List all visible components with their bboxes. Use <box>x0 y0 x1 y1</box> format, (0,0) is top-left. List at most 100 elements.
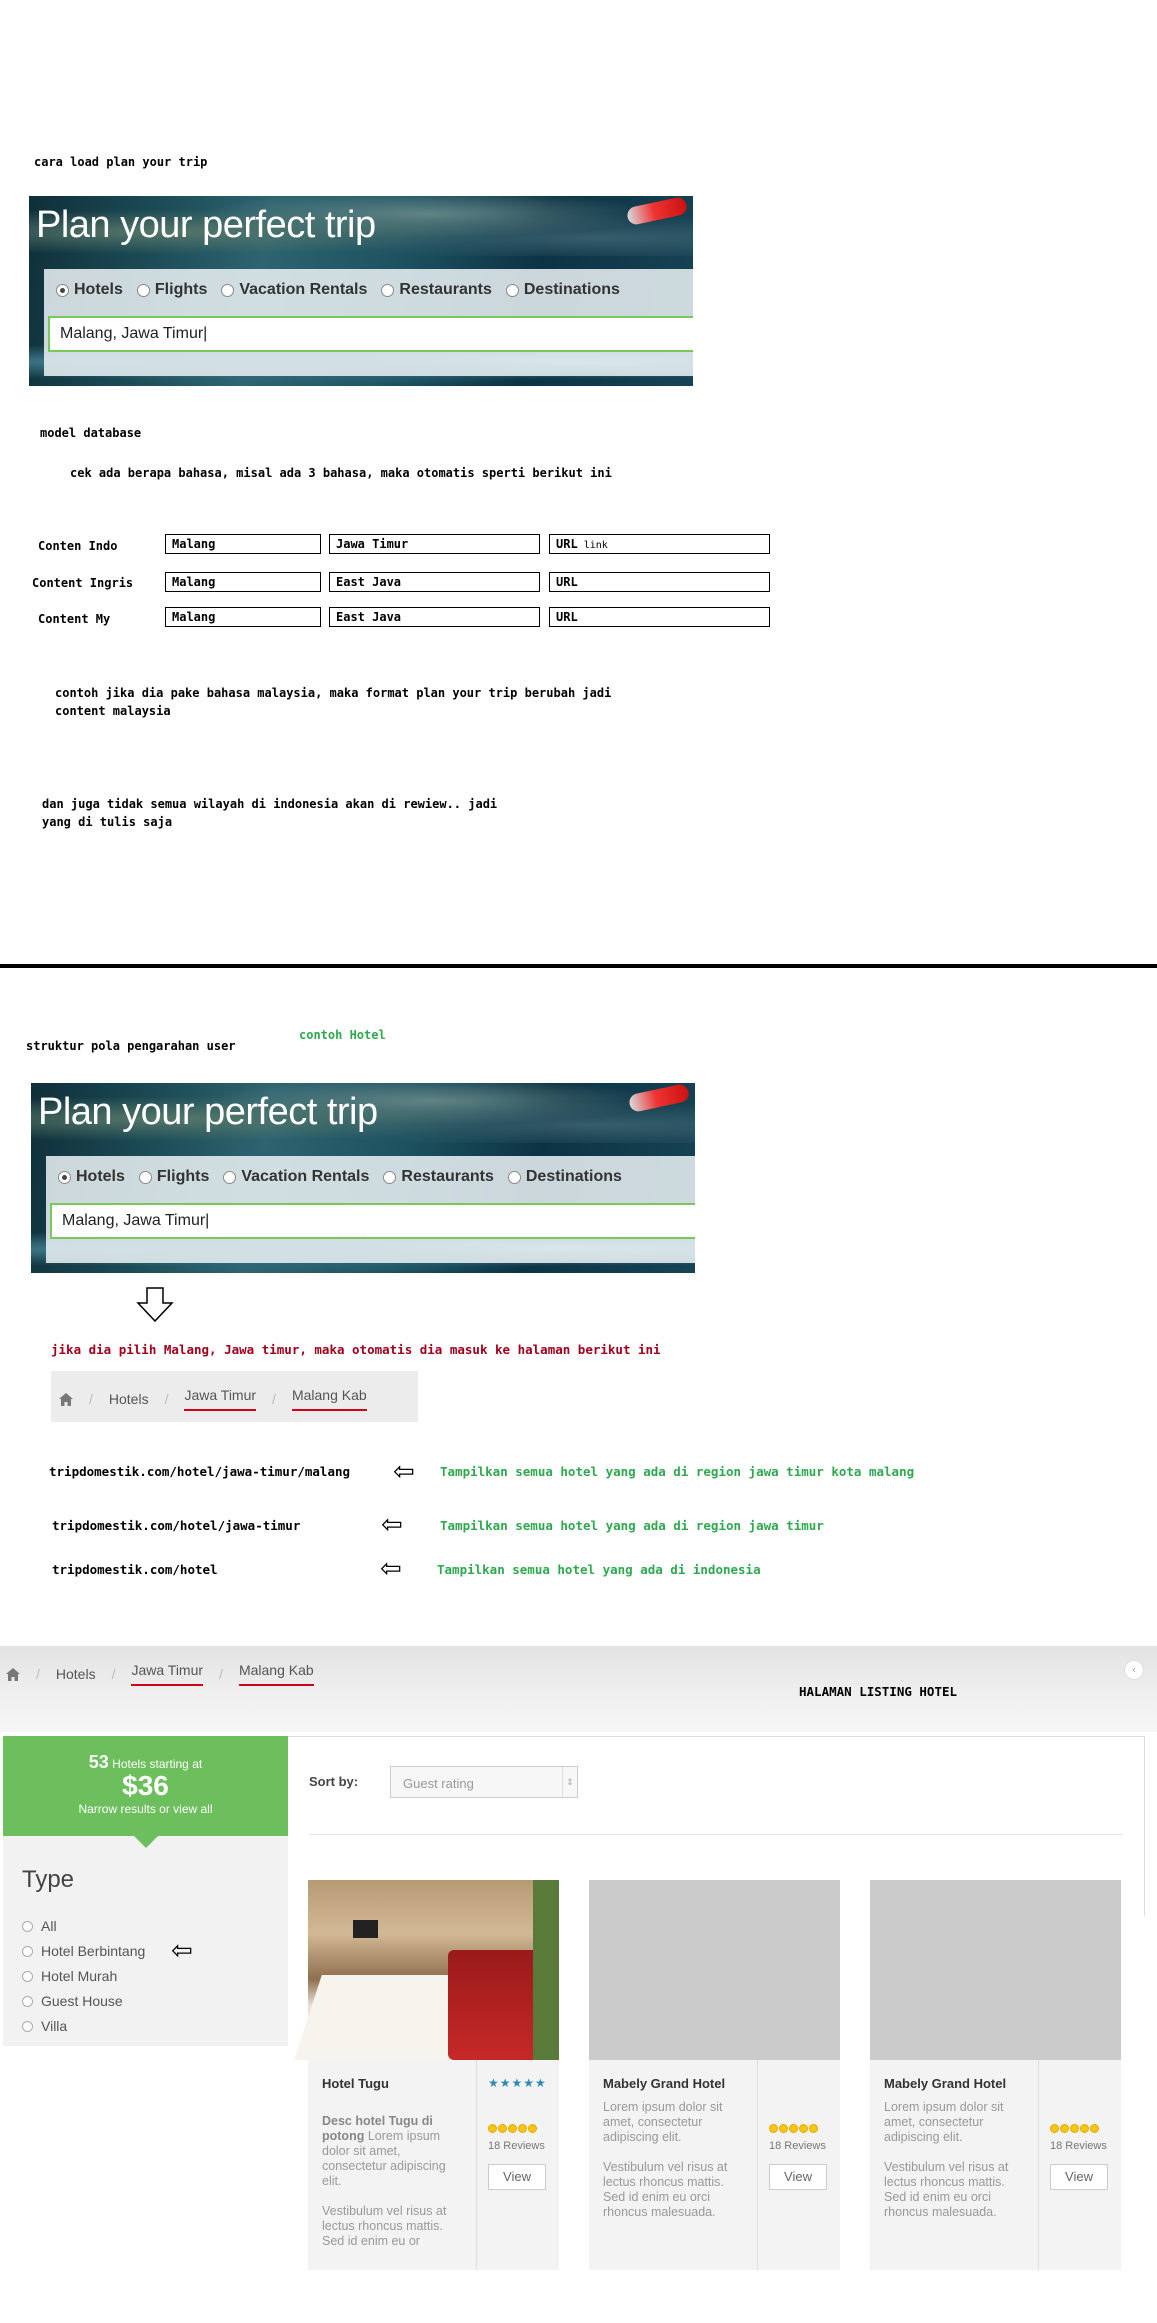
view-button[interactable]: View <box>1050 2164 1108 2190</box>
plan-widget-example: Plan your perfect trip Hotels Flights Va… <box>31 1083 695 1273</box>
note-load-plan: cara load plan your trip <box>34 155 208 169</box>
radio-destinations[interactable]: Destinations <box>507 1168 622 1186</box>
plan-title: Plan your perfect trip <box>36 204 376 246</box>
type-option-guest-house[interactable]: Guest House <box>22 1993 123 2009</box>
promo-sub: Narrow results or view all <box>78 1802 213 1816</box>
arrow-down-icon <box>136 1286 174 1328</box>
url-desc: Tampilkan semua hotel yang ada di region… <box>440 1464 915 1479</box>
note-tidak-semua: dan juga tidak semua wilayah di indonesi… <box>42 797 498 811</box>
hotel-photo-placeholder[interactable] <box>870 1880 1121 2060</box>
breadcrumb-hotels[interactable]: Hotels <box>109 1391 149 1407</box>
radio-dot-icon <box>56 283 69 297</box>
note-contoh-hotel: contoh Hotel <box>299 1028 386 1042</box>
url-row: tripdomestik.com/hotel/jawa-timur <box>52 1518 301 1533</box>
destination-input[interactable]: Malang, Jawa Timur| <box>48 316 693 352</box>
db-url-field: URL link <box>549 534 770 554</box>
note-struktur: struktur pola pengarahan user <box>26 1039 236 1053</box>
note-halaman-listing: HALAMAN LISTING HOTEL <box>799 1684 958 1699</box>
breadcrumb-jawa-timur[interactable]: Jawa Timur <box>131 1662 204 1686</box>
db-city-field: Malang <box>165 607 321 627</box>
radio-dot-icon <box>136 283 150 297</box>
db-url-field: URL <box>549 607 770 627</box>
note-tidak-semua-2: yang di tulis saja <box>42 815 173 829</box>
radio-dot-icon <box>507 1170 521 1184</box>
type-option-all[interactable]: All <box>22 1918 57 1934</box>
radio-restaurants[interactable]: Restaurants <box>381 281 492 299</box>
view-button[interactable]: View <box>488 2164 546 2190</box>
breadcrumb-malang-kab[interactable]: Malang Kab <box>238 1662 314 1686</box>
note-contoh-malaysia: contoh jika dia pake bahasa malaysia, ma… <box>55 686 612 700</box>
star-rating: ★★★★★ <box>488 2076 547 2090</box>
hotel-listing-page: / Hotels / Jawa Timur / Malang Kab HALAM… <box>0 1646 1157 2323</box>
chair-shape <box>448 1950 538 2060</box>
db-row-label: Content My <box>38 612 111 626</box>
db-city-field: Malang <box>165 534 321 554</box>
hotel-photo-placeholder[interactable] <box>589 1880 840 2060</box>
section-divider <box>0 964 1157 968</box>
filter-sidebar: 53 Hotels starting at $36 Narrow results… <box>3 1736 288 2046</box>
radio-dot-icon <box>221 283 235 297</box>
breadcrumb-jawa-timur[interactable]: Jawa Timur <box>184 1387 257 1411</box>
home-icon[interactable] <box>59 1393 73 1406</box>
breadcrumb-hotels[interactable]: Hotels <box>56 1666 96 1682</box>
radio-restaurants[interactable]: Restaurants <box>383 1168 494 1186</box>
radio-dot-icon <box>381 283 395 297</box>
db-region-field: East Java <box>329 572 540 592</box>
breadcrumb-example: / Hotels / Jawa Timur / Malang Kab <box>51 1371 418 1422</box>
tv-shape <box>353 1920 378 1938</box>
url-desc: Tampilkan semua hotel yang ada di indone… <box>437 1562 761 1577</box>
rating-suns-icon <box>488 2124 537 2133</box>
db-row-label: Content Ingris <box>32 576 134 590</box>
url-desc: Tampilkan semua hotel yang ada di region… <box>440 1518 824 1533</box>
arrow-left-icon: ⇦ <box>393 1457 415 1487</box>
radio-hotels[interactable]: Hotels <box>56 281 123 299</box>
db-url-field: URL <box>549 572 770 592</box>
hotel-card[interactable]: Hotel Tugu ★★★★★ Desc hotel Tugu di poto… <box>294 1880 559 2270</box>
radio-vacation-rentals[interactable]: Vacation Rentals <box>223 1168 369 1186</box>
destination-input[interactable]: Malang, Jawa Timur| <box>50 1203 695 1239</box>
plan-title: Plan your perfect trip <box>38 1091 378 1133</box>
db-row-label: Conten Indo <box>38 539 118 553</box>
note-cek-bahasa: cek ada berapa bahasa, misal ada 3 bahas… <box>70 466 612 480</box>
radio-dot-icon <box>223 1170 237 1184</box>
url-row: tripdomestik.com/hotel/jawa-timur/malang <box>49 1464 351 1479</box>
radio-dot-icon <box>58 1170 71 1184</box>
db-region-field: East Java <box>329 607 540 627</box>
arrow-left-icon: ⇦ <box>380 1554 402 1584</box>
type-option-hotel-murah[interactable]: Hotel Murah <box>22 1968 117 1984</box>
radio-flights[interactable]: Flights <box>138 1168 209 1186</box>
curtain-shape <box>533 1880 559 2060</box>
chevron-left-icon[interactable]: ‹ <box>1124 1660 1144 1680</box>
sort-select[interactable]: Guest rating ⇕ <box>390 1766 578 1798</box>
arrow-left-icon: ⇦ <box>381 1510 403 1540</box>
note-model-database: model database <box>40 426 142 440</box>
radio-dot-icon <box>138 1170 152 1184</box>
hotel-card[interactable]: Mabely Grand Hotel Lorem ipsum dolor sit… <box>589 1880 840 2270</box>
note-contoh-malaysia-2: content malaysia <box>55 704 171 718</box>
view-button[interactable]: View <box>769 2164 827 2190</box>
type-option-hotel-berbintang[interactable]: Hotel Berbintang <box>22 1943 145 1959</box>
type-option-villa[interactable]: Villa <box>22 2018 67 2034</box>
plan-widget: Plan your perfect trip Hotels Flights Va… <box>29 196 693 386</box>
promo-banner[interactable]: 53 Hotels starting at $36 Narrow results… <box>3 1736 288 1848</box>
sort-label: Sort by: <box>309 1774 359 1789</box>
db-city-field: Malang <box>165 572 321 592</box>
radio-hotels[interactable]: Hotels <box>58 1168 125 1186</box>
select-arrows-icon: ⇕ <box>562 1767 577 1797</box>
note-jika-pilih: jika dia pilih Malang, Jawa timur, maka … <box>51 1342 661 1357</box>
rating-suns-icon <box>1050 2124 1099 2133</box>
url-row: tripdomestik.com/hotel <box>52 1562 218 1577</box>
radio-flights[interactable]: Flights <box>136 281 207 299</box>
arrow-left-icon: ⇦ <box>171 1936 193 1966</box>
breadcrumb-malang-kab[interactable]: Malang Kab <box>291 1387 367 1411</box>
db-region-field: Jawa Timur <box>329 534 540 554</box>
hotel-photo[interactable] <box>294 1880 559 2060</box>
hotel-card[interactable]: Mabely Grand Hotel Lorem ipsum dolor sit… <box>870 1880 1121 2270</box>
radio-dot-icon <box>505 283 519 297</box>
rating-suns-icon <box>769 2124 818 2133</box>
radio-dot-icon <box>383 1170 397 1184</box>
radio-destinations[interactable]: Destinations <box>505 281 620 299</box>
radio-vacation-rentals[interactable]: Vacation Rentals <box>221 281 367 299</box>
type-title: Type <box>22 1866 75 1893</box>
home-icon[interactable] <box>6 1668 20 1681</box>
